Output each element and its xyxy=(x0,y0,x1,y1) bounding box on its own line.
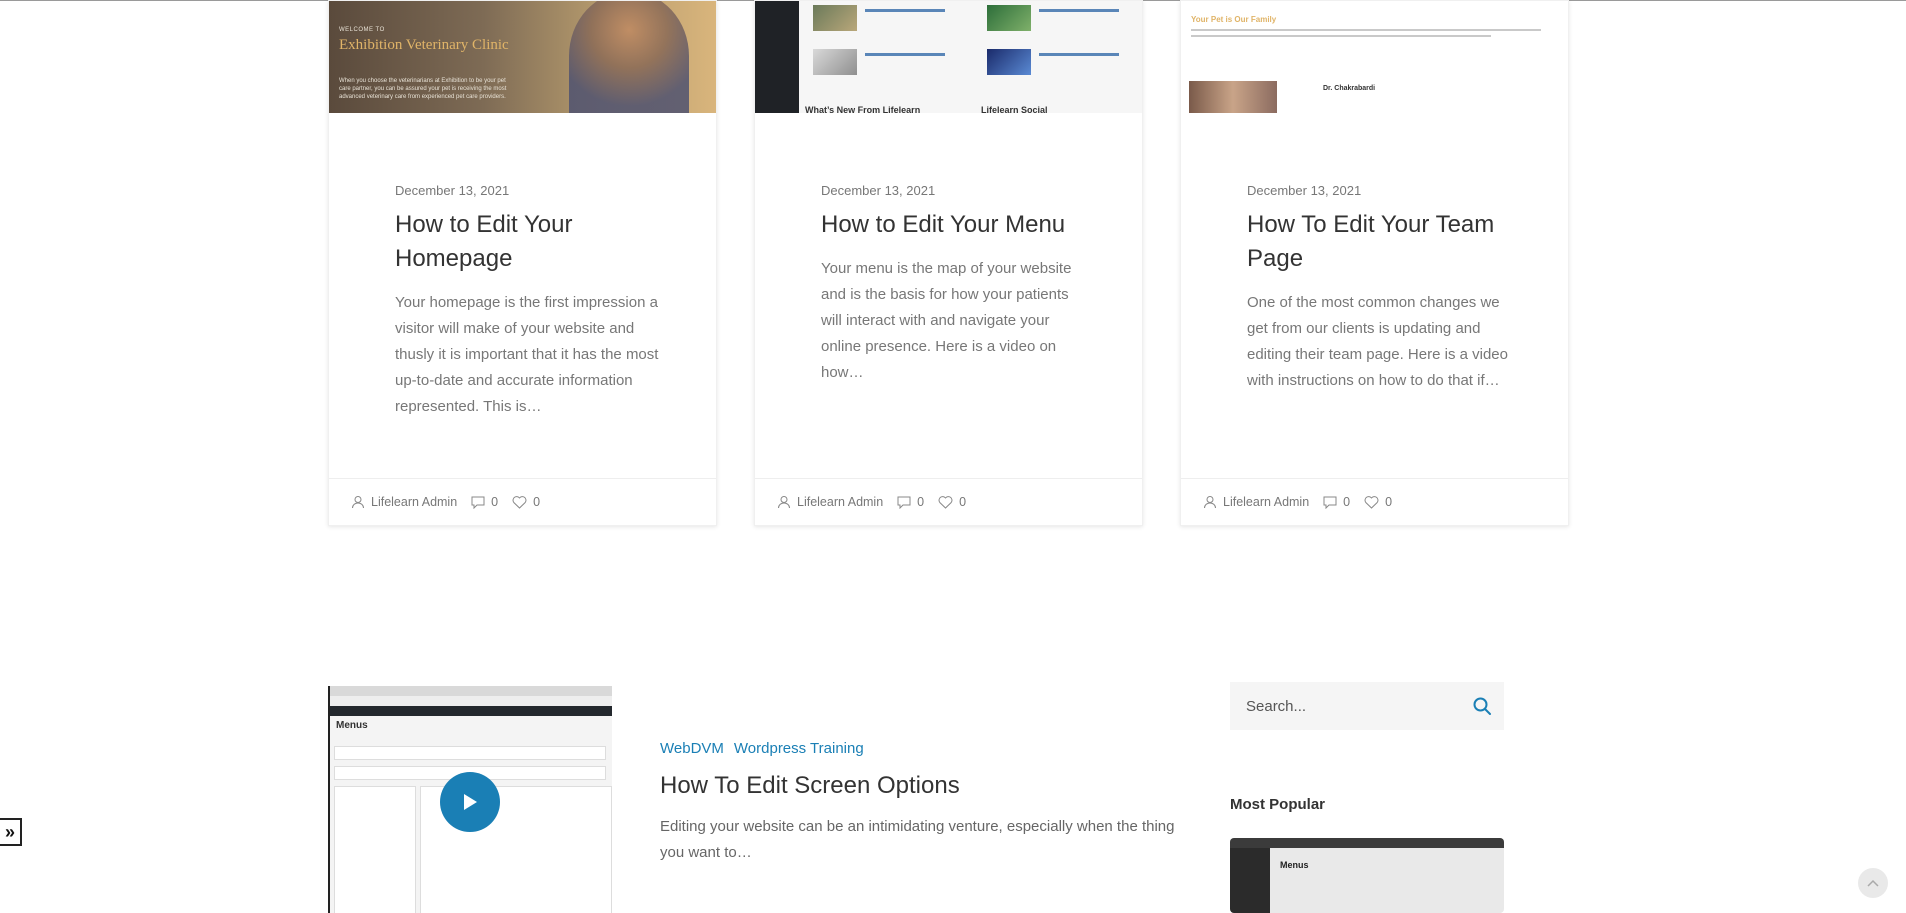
category-link-webdvm[interactable]: WebDVM xyxy=(660,740,724,757)
post-author[interactable]: Lifelearn Admin xyxy=(777,495,883,509)
post-title-link[interactable]: How to Edit Your Homepage xyxy=(395,208,666,276)
comment-count: 0 xyxy=(917,495,925,509)
card-footer: Lifelearn Admin 0 0 xyxy=(329,478,716,525)
featured-post-title-link[interactable]: How To Edit Screen Options xyxy=(660,772,960,800)
image-doctor-name: Dr. Chakrabardi xyxy=(1323,85,1376,92)
image-clinic-desc: When you choose the veterinarians at Exh… xyxy=(339,78,507,100)
back-to-top-button[interactable] xyxy=(1858,868,1888,898)
heart-icon xyxy=(512,495,527,509)
user-icon xyxy=(1204,496,1216,509)
screenshot-line xyxy=(1039,9,1119,12)
comment-count: 0 xyxy=(1343,495,1351,509)
image-team-photo xyxy=(1189,81,1277,113)
card-image-vet-clinic[interactable]: WELCOME TO Exhibition Veterinary Clinic … xyxy=(329,1,716,113)
most-popular-heading: Most Popular xyxy=(1230,796,1326,813)
author-name: Lifelearn Admin xyxy=(1223,495,1310,509)
post-likes[interactable]: 0 xyxy=(938,495,966,509)
post-title-link[interactable]: How To Edit Your Team Page xyxy=(1247,208,1518,276)
card-footer: Lifelearn Admin 0 0 xyxy=(755,478,1142,525)
post-excerpt: Your homepage is the first impression a … xyxy=(395,294,659,415)
comment-icon xyxy=(471,496,485,509)
post-excerpt: Your menu is the map of your website and… xyxy=(821,260,1072,381)
screenshot-admin-sidebar xyxy=(1230,848,1270,913)
image-family-heading: Your Pet is Our Family xyxy=(1191,15,1277,24)
blog-card-team-page[interactable]: Your Pet is Our Family Dr. Chakrabardi D… xyxy=(1180,0,1569,526)
post-date: December 13, 2021 xyxy=(821,183,936,198)
screenshot-menus-heading: Menus xyxy=(336,720,368,731)
image-welcome-text: WELCOME TO xyxy=(339,27,385,33)
post-comments[interactable]: 0 xyxy=(1323,495,1350,509)
screenshot-thumb xyxy=(987,49,1031,75)
search-input[interactable] xyxy=(1244,696,1472,716)
heart-icon xyxy=(938,495,953,509)
post-likes[interactable]: 0 xyxy=(1364,495,1392,509)
chevron-up-icon xyxy=(1867,879,1879,887)
blog-card-homepage[interactable]: WELCOME TO Exhibition Veterinary Clinic … xyxy=(328,0,717,526)
screenshot-heading-left: What’s New From Lifelearn xyxy=(805,105,921,113)
post-categories: WebDVM Wordpress Training xyxy=(660,740,874,757)
like-count: 0 xyxy=(959,495,967,509)
screenshot-browser-tabs xyxy=(330,686,612,696)
comment-count: 0 xyxy=(491,495,499,509)
author-name: Lifelearn Admin xyxy=(371,495,458,509)
screenshot-thumb xyxy=(813,49,857,75)
card-footer: Lifelearn Admin 0 0 xyxy=(1181,478,1568,525)
like-count: 0 xyxy=(533,495,541,509)
screenshot-admin-bar xyxy=(330,706,612,716)
post-excerpt: One of the most common changes we get fr… xyxy=(1247,294,1508,389)
screenshot-line xyxy=(865,53,945,56)
screenshot-line xyxy=(865,9,945,12)
image-text-line xyxy=(1191,35,1491,37)
user-icon xyxy=(352,496,364,509)
screenshot-sidebar xyxy=(755,1,799,113)
search-form xyxy=(1230,682,1504,730)
post-comments[interactable]: 0 xyxy=(897,495,924,509)
screenshot-address-bar xyxy=(330,696,612,706)
post-author[interactable]: Lifelearn Admin xyxy=(1203,495,1309,509)
screenshot-thumb xyxy=(987,5,1031,31)
card-image-person xyxy=(569,1,689,113)
card-image-website-screenshot[interactable]: What’s New From Lifelearn Lifelearn Soci… xyxy=(755,1,1142,113)
post-date: December 13, 2021 xyxy=(395,183,510,198)
image-clinic-title: Exhibition Veterinary Clinic xyxy=(339,37,509,53)
card-image-team-page[interactable]: Your Pet is Our Family Dr. Chakrabardi xyxy=(1181,1,1568,113)
screenshot-thumb xyxy=(813,5,857,31)
featured-post-excerpt: Editing your website can be an intimidat… xyxy=(660,818,1175,861)
user-icon xyxy=(778,496,790,509)
screenshot-heading-right: Lifelearn Social xyxy=(981,105,1048,113)
post-author[interactable]: Lifelearn Admin xyxy=(351,495,457,509)
screenshot-browser-bar xyxy=(1230,838,1504,848)
play-video-button[interactable] xyxy=(440,772,500,832)
post-comments[interactable]: 0 xyxy=(471,495,498,509)
post-title-link[interactable]: How to Edit Your Menu xyxy=(821,208,1092,242)
comment-icon xyxy=(897,496,911,509)
screenshot-panel xyxy=(334,786,416,913)
expand-sidebar-button[interactable]: » xyxy=(0,818,22,846)
play-icon xyxy=(464,794,477,810)
comment-icon xyxy=(1323,496,1337,509)
search-icon[interactable] xyxy=(1472,696,1492,716)
heart-icon xyxy=(1364,495,1379,509)
post-likes[interactable]: 0 xyxy=(512,495,540,509)
like-count: 0 xyxy=(1385,495,1393,509)
screenshot-line xyxy=(1039,53,1119,56)
popular-post-thumbnail[interactable]: Menus xyxy=(1230,838,1504,913)
post-date: December 13, 2021 xyxy=(1247,183,1362,198)
image-text-line xyxy=(1191,29,1541,31)
category-link-wordpress-training[interactable]: Wordpress Training xyxy=(734,740,864,757)
screenshot-panel xyxy=(334,746,606,760)
blog-card-menu[interactable]: What’s New From Lifelearn Lifelearn Soci… xyxy=(754,0,1143,526)
author-name: Lifelearn Admin xyxy=(797,495,884,509)
popular-screenshot-heading: Menus xyxy=(1280,860,1309,870)
